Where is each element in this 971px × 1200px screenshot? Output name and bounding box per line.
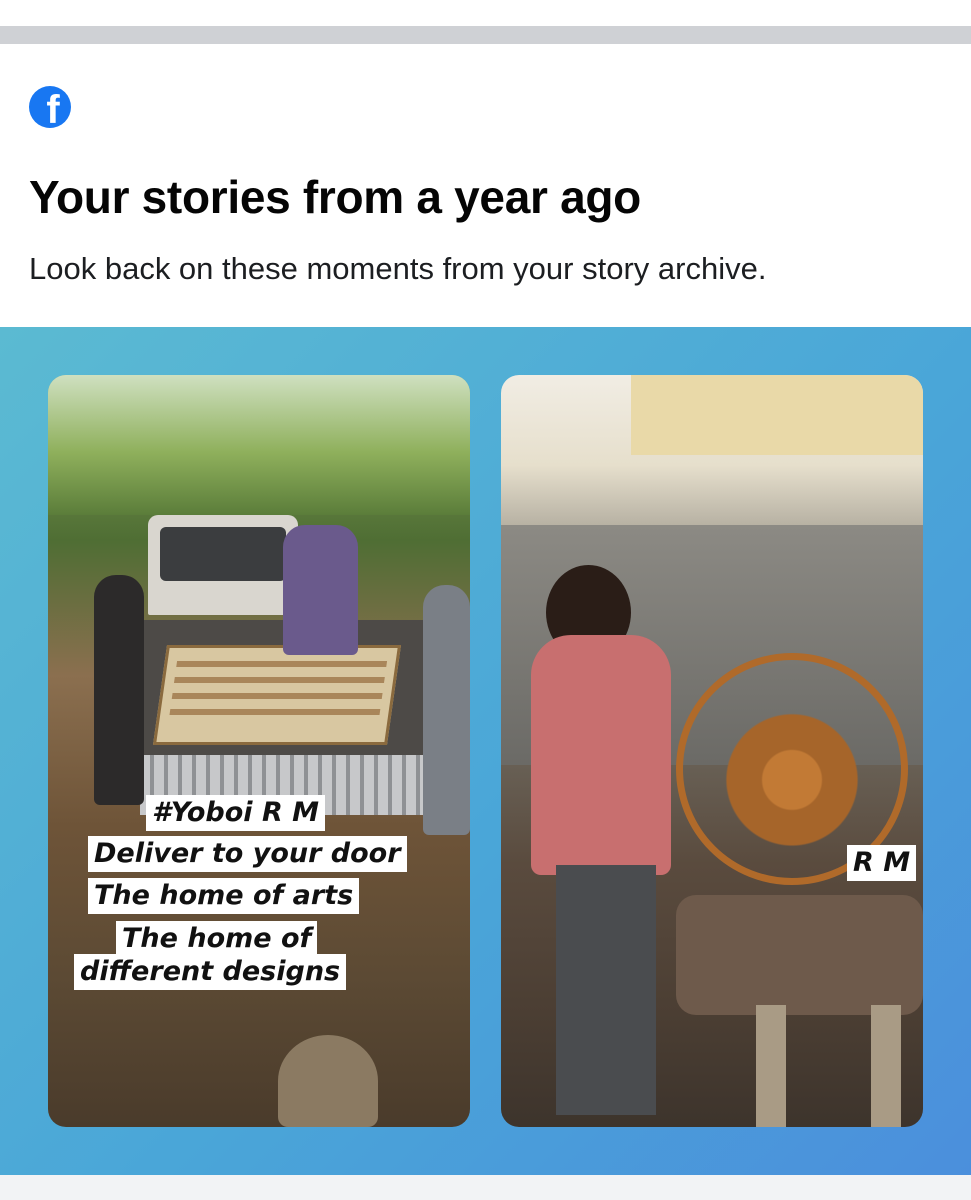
- story-caption-line-3: The home of arts: [88, 878, 360, 914]
- bench-leg: [871, 1005, 901, 1127]
- story-caption-line-1: #Yoboi R M: [146, 795, 325, 831]
- bench-leg: [756, 1005, 786, 1127]
- trees-background: [48, 375, 470, 515]
- boy-trousers: [556, 865, 656, 1115]
- story-caption-line-1: R M: [847, 845, 917, 881]
- boy-shirt: [531, 635, 671, 875]
- page-subtitle: Look back on these moments from your sto…: [29, 251, 767, 286]
- tree-stump: [278, 1035, 378, 1127]
- facebook-logo-icon: f: [29, 86, 71, 128]
- building-background: [631, 375, 923, 455]
- top-divider: [0, 26, 971, 44]
- story-card-truck-delivery[interactable]: #Yoboi R M Deliver to your door The home…: [48, 375, 470, 1127]
- carved-sign-letters: [168, 655, 388, 725]
- story-caption-line-5: different designs: [74, 954, 347, 990]
- bottom-strip: [0, 1175, 971, 1200]
- person-boy: [94, 575, 144, 805]
- truck-window: [160, 527, 286, 581]
- person-standing: [423, 585, 470, 835]
- facebook-logo-glyph: f: [46, 88, 60, 128]
- person-seated: [283, 525, 358, 655]
- story-caption-line-2: Deliver to your door: [88, 836, 407, 872]
- story-caption-line-4: The home of: [116, 921, 318, 957]
- wooden-bench: [676, 895, 923, 1015]
- story-card-wood-carving[interactable]: R M: [501, 375, 923, 1127]
- page-title: Your stories from a year ago: [29, 171, 641, 223]
